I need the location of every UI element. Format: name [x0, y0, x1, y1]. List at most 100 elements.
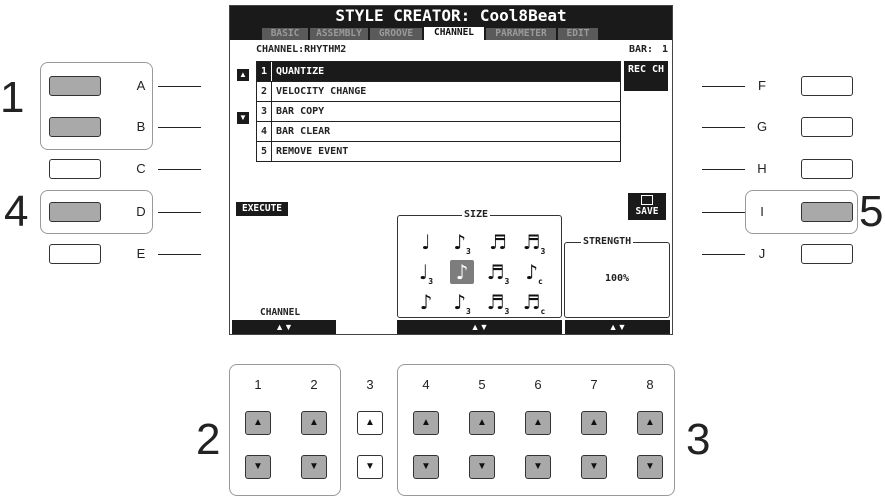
panel-line-f [702, 86, 745, 87]
menu-item-num: 1 [257, 62, 272, 81]
callout-3: 3 [686, 415, 711, 464]
button-8-up[interactable]: ▲ [637, 411, 663, 435]
menu-item-label: REMOVE EVENT [276, 146, 349, 157]
eighth-triplet-note-icon[interactable]: ♪3 [450, 230, 474, 256]
quarter-triplet-note-icon[interactable]: ♩3 [414, 260, 438, 286]
menu-item-velocity-change[interactable]: 2 VELOCITY CHANGE [257, 82, 620, 102]
panel-label-c: C [136, 161, 146, 176]
button-1-up[interactable]: ▲ [245, 411, 271, 435]
callout-5: 5 [859, 187, 884, 236]
button-3-up[interactable]: ▲ [357, 411, 383, 435]
screen-title: STYLE CREATOR: Cool8Beat [230, 6, 672, 26]
menu-list: 1 QUANTIZE 2 VELOCITY CHANGE 3 BAR COPY … [256, 61, 621, 162]
button-4-up[interactable]: ▲ [413, 411, 439, 435]
panel-line-h [702, 169, 745, 170]
bottom-number-4: 4 [422, 377, 430, 392]
bottom-number-5: 5 [478, 377, 486, 392]
bottom-number-8: 8 [646, 377, 654, 392]
panel-line-d [158, 212, 201, 213]
strength-value: 100% [604, 273, 630, 284]
callout-4: 4 [4, 187, 29, 236]
size-updown-bar[interactable]: ▲▼ [397, 320, 562, 334]
button-6-down[interactable]: ▼ [525, 455, 551, 479]
callout-1: 1 [0, 73, 25, 122]
button-5-down[interactable]: ▼ [469, 455, 495, 479]
button-3-down[interactable]: ▼ [357, 455, 383, 479]
execute-button[interactable]: EXECUTE [236, 202, 288, 216]
panel-button-d[interactable] [49, 202, 101, 222]
rec-ch-button[interactable]: REC CH [624, 61, 668, 91]
button-7-up[interactable]: ▲ [581, 411, 607, 435]
save-button[interactable]: SAVE [628, 193, 666, 220]
panel-label-a: A [136, 78, 146, 93]
menu-item-quantize[interactable]: 1 QUANTIZE [257, 62, 620, 82]
panel-button-b[interactable] [49, 117, 101, 137]
eighth-note-icon[interactable]: ♪ [450, 260, 474, 284]
bottom-number-2: 2 [310, 377, 318, 392]
menu-item-remove-event[interactable]: 5 REMOVE EVENT [257, 142, 620, 161]
eighth-single-note-icon[interactable]: ♪ [414, 290, 438, 314]
button-4-down[interactable]: ▼ [413, 455, 439, 479]
sixteenth-combo-c-note-icon[interactable]: ♬c [522, 290, 546, 316]
size-box: SIZE ♩ ♪3 ♬ ♬3 ♩3 ♪ ♬3 ♪c ♪ ♪3 ♬3 ♬c [397, 209, 562, 318]
bottom-number-7: 7 [590, 377, 598, 392]
panel-button-e[interactable] [49, 244, 101, 264]
button-1-down[interactable]: ▼ [245, 455, 271, 479]
panel-button-j[interactable] [801, 244, 853, 264]
button-8-down[interactable]: ▼ [637, 455, 663, 479]
save-label: SAVE [635, 206, 659, 217]
tab-assembly[interactable]: ASSEMBLY [310, 28, 368, 40]
quarter-note-icon[interactable]: ♩ [414, 230, 438, 254]
menu-item-num: 4 [257, 122, 272, 141]
channel-updown-bar[interactable]: ▲▼ [232, 320, 336, 334]
panel-button-a[interactable] [49, 76, 101, 96]
menu-item-bar-clear[interactable]: 4 BAR CLEAR [257, 122, 620, 142]
tab-channel[interactable]: CHANNEL [424, 27, 484, 40]
button-5-up[interactable]: ▲ [469, 411, 495, 435]
menu-down-icon[interactable]: ▼ [237, 112, 249, 124]
panel-button-g[interactable] [801, 117, 853, 137]
panel-button-i[interactable] [801, 202, 853, 222]
thirtysecond-note-icon[interactable]: ♬3 [486, 260, 510, 286]
channel-label: CHANNEL:RHYTHM2 [256, 44, 347, 55]
menu-item-label: BAR CLEAR [276, 126, 331, 137]
panel-label-f: F [758, 78, 766, 93]
strength-title: STRENGTH [581, 236, 634, 247]
panel-label-d: D [136, 204, 146, 219]
sixteenth-triplet-note-icon[interactable]: ♬3 [522, 230, 546, 256]
lcd-screen: STYLE CREATOR: Cool8Beat BASIC ASSEMBLY … [229, 5, 673, 335]
tab-groove[interactable]: GROOVE [370, 28, 422, 40]
panel-line-a [158, 86, 201, 87]
channel-bottom-label: CHANNEL [260, 307, 301, 318]
panel-button-c[interactable] [49, 159, 101, 179]
size-title: SIZE [462, 209, 491, 220]
panel-line-e [158, 254, 201, 255]
eighth-combo-note-icon[interactable]: ♪c [522, 260, 546, 286]
menu-item-bar-copy[interactable]: 3 BAR COPY [257, 102, 620, 122]
tab-edit[interactable]: EDIT [558, 28, 598, 40]
panel-label-j: J [758, 246, 766, 261]
bar-label: BAR: [629, 44, 654, 55]
menu-item-label: VELOCITY CHANGE [276, 86, 367, 97]
bar-value: 1 [662, 44, 669, 55]
sixteenth-note-icon[interactable]: ♬ [486, 230, 510, 254]
sixteenth-triplet-alt-note-icon[interactable]: ♪3 [450, 290, 474, 316]
tab-parameter[interactable]: PARAMETER [486, 28, 556, 40]
bottom-number-1: 1 [254, 377, 262, 392]
strength-updown-bar[interactable]: ▲▼ [565, 320, 670, 334]
button-2-up[interactable]: ▲ [301, 411, 327, 435]
panel-label-b: B [136, 119, 146, 134]
panel-line-g [702, 127, 745, 128]
sixteenth-combo-note-icon[interactable]: ♬3 [486, 290, 510, 316]
panel-button-f[interactable] [801, 76, 853, 96]
button-7-down[interactable]: ▼ [581, 455, 607, 479]
panel-line-b [158, 127, 201, 128]
panel-line-c [158, 169, 201, 170]
tab-bar: BASIC ASSEMBLY GROOVE CHANNEL PARAMETER … [230, 26, 672, 40]
button-2-down[interactable]: ▼ [301, 455, 327, 479]
button-6-up[interactable]: ▲ [525, 411, 551, 435]
tab-basic[interactable]: BASIC [262, 28, 308, 40]
bottom-number-6: 6 [534, 377, 542, 392]
panel-button-h[interactable] [801, 159, 853, 179]
menu-up-icon[interactable]: ▲ [237, 69, 249, 81]
